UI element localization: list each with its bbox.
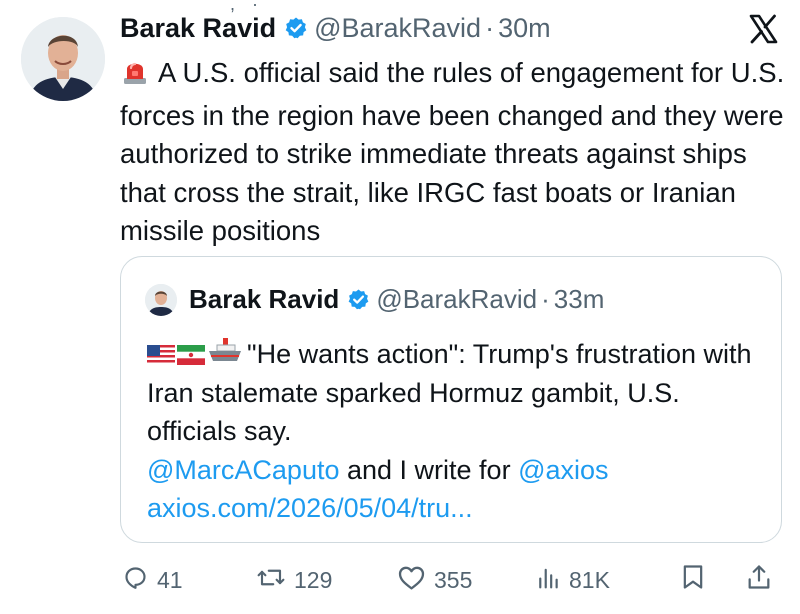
repost-button[interactable]: 129 <box>256 560 332 600</box>
bookmark-button[interactable] <box>680 560 714 600</box>
reply-icon <box>122 564 157 597</box>
like-count: 355 <box>434 566 473 593</box>
tweet-text: A U.S. official said the rules of engage… <box>120 57 785 246</box>
separator-dot: · <box>541 284 550 314</box>
article-link[interactable]: axios.com/2026/05/04/tru... <box>147 493 473 523</box>
views-button[interactable]: 81K <box>537 560 610 600</box>
quoted-author-handle[interactable]: @BarakRavid <box>376 279 537 319</box>
verified-badge-icon <box>347 288 370 311</box>
quoted-header: Barak Ravid @BarakRavid · 33m <box>189 279 604 319</box>
reply-count: 41 <box>157 566 183 593</box>
quoted-post-time[interactable]: 33m <box>554 279 605 319</box>
share-icon <box>746 563 780 597</box>
avatar[interactable] <box>21 17 105 101</box>
views-icon <box>537 564 569 597</box>
repost-icon <box>256 564 294 597</box>
quoted-body: "He wants action": Trump's frustration w… <box>147 335 767 528</box>
quoted-text-mid: and I write for <box>339 454 519 485</box>
tweet-screenshot: , · Barak Ravid @BarakRavid · 30m A U.S.… <box>0 0 800 614</box>
share-button[interactable] <box>746 560 780 600</box>
quoted-tweet[interactable]: Barak Ravid @BarakRavid · 33m "He wants … <box>120 256 782 543</box>
tweet-body: A U.S. official said the rules of engage… <box>120 54 792 251</box>
repost-count: 129 <box>294 566 333 593</box>
quoted-author-name[interactable]: Barak Ravid <box>189 279 339 319</box>
tweet-header: Barak Ravid @BarakRavid · 30m <box>120 8 551 48</box>
like-button[interactable]: 355 <box>397 560 472 600</box>
action-bar: 41 129 355 81K <box>122 560 782 600</box>
post-time[interactable]: 30m <box>498 8 551 48</box>
separator-dot: · <box>485 13 495 43</box>
verified-badge-icon <box>284 16 308 40</box>
heart-icon <box>397 564 434 597</box>
mention-link[interactable]: @MarcACaputo <box>147 455 339 485</box>
ship-icon <box>209 338 241 361</box>
emoji-group <box>147 335 245 365</box>
x-logo-icon <box>748 14 778 44</box>
iran-flag-icon <box>177 345 205 365</box>
police-light-icon <box>120 56 150 97</box>
us-flag-icon <box>147 345 175 365</box>
reply-button[interactable]: 41 <box>122 560 183 600</box>
bookmark-icon <box>680 563 714 597</box>
quoted-avatar[interactable] <box>145 284 177 316</box>
views-count: 81K <box>569 566 610 593</box>
author-name[interactable]: Barak Ravid <box>120 8 276 48</box>
mention-link[interactable]: @axios <box>518 455 608 485</box>
author-handle[interactable]: @BarakRavid <box>314 8 481 48</box>
